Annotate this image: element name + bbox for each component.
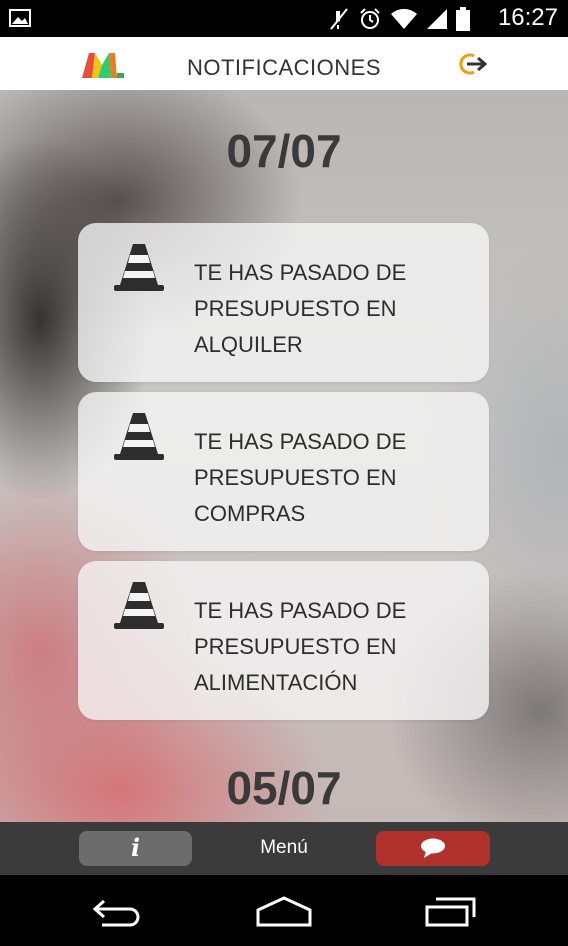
notification-line: TE HAS PASADO DE: [194, 429, 407, 454]
menu-button[interactable]: Menú: [234, 837, 334, 859]
notifications-list[interactable]: 07/07 TE HAS PASADO DE PRESUPUESTO EN AL…: [0, 90, 568, 822]
status-bar: 16:27: [0, 0, 568, 37]
traffic-cone-icon: [114, 582, 164, 629]
notification-card[interactable]: TE HAS PASADO DE PRESUPUESTO EN ALIMENTA…: [78, 561, 489, 720]
info-icon: i: [130, 833, 141, 862]
battery-icon: [456, 7, 470, 31]
traffic-cone-icon: [114, 413, 164, 460]
chat-button[interactable]: [376, 831, 490, 866]
back-icon[interactable]: [92, 895, 144, 927]
notification-line: PRESUPUESTO EN: [194, 296, 397, 321]
notification-line: PRESUPUESTO EN: [194, 465, 397, 490]
signal-icon: [427, 9, 447, 29]
notification-line: TE HAS PASADO DE: [194, 260, 407, 285]
date-heading: 05/07: [226, 762, 342, 814]
notification-line: ALQUILER: [194, 332, 303, 357]
app-header: NOTIFICACIONES: [0, 37, 568, 90]
notification-text: TE HAS PASADO DE PRESUPUESTO EN ALQUILER: [194, 255, 454, 363]
recents-icon[interactable]: [424, 895, 478, 927]
notification-line: PRESUPUESTO EN: [194, 634, 397, 659]
mute-icon: [330, 8, 348, 30]
date-heading: 07/07: [226, 125, 342, 177]
logout-icon[interactable]: [456, 51, 488, 77]
image-icon: [9, 9, 31, 27]
bottom-bar: i Menú: [0, 822, 568, 875]
home-icon[interactable]: [255, 895, 313, 927]
status-time: 16:27: [497, 4, 558, 31]
alarm-icon: [360, 8, 380, 29]
notification-text: TE HAS PASADO DE PRESUPUESTO EN COMPRAS: [194, 424, 454, 532]
navigation-bar: [0, 875, 568, 946]
info-button[interactable]: i: [79, 831, 192, 866]
traffic-cone-icon: [114, 244, 164, 291]
notification-line: COMPRAS: [194, 501, 306, 526]
chat-bubble-icon: [421, 838, 445, 858]
notification-text: TE HAS PASADO DE PRESUPUESTO EN ALIMENTA…: [194, 593, 454, 701]
wifi-icon: [391, 8, 417, 29]
notification-card[interactable]: TE HAS PASADO DE PRESUPUESTO EN COMPRAS: [78, 392, 489, 551]
notification-line: TE HAS PASADO DE: [194, 598, 407, 623]
notification-card[interactable]: TE HAS PASADO DE PRESUPUESTO EN ALQUILER: [78, 223, 489, 382]
status-icons: [328, 6, 470, 32]
notification-line: ALIMENTACIÓN: [194, 670, 358, 695]
